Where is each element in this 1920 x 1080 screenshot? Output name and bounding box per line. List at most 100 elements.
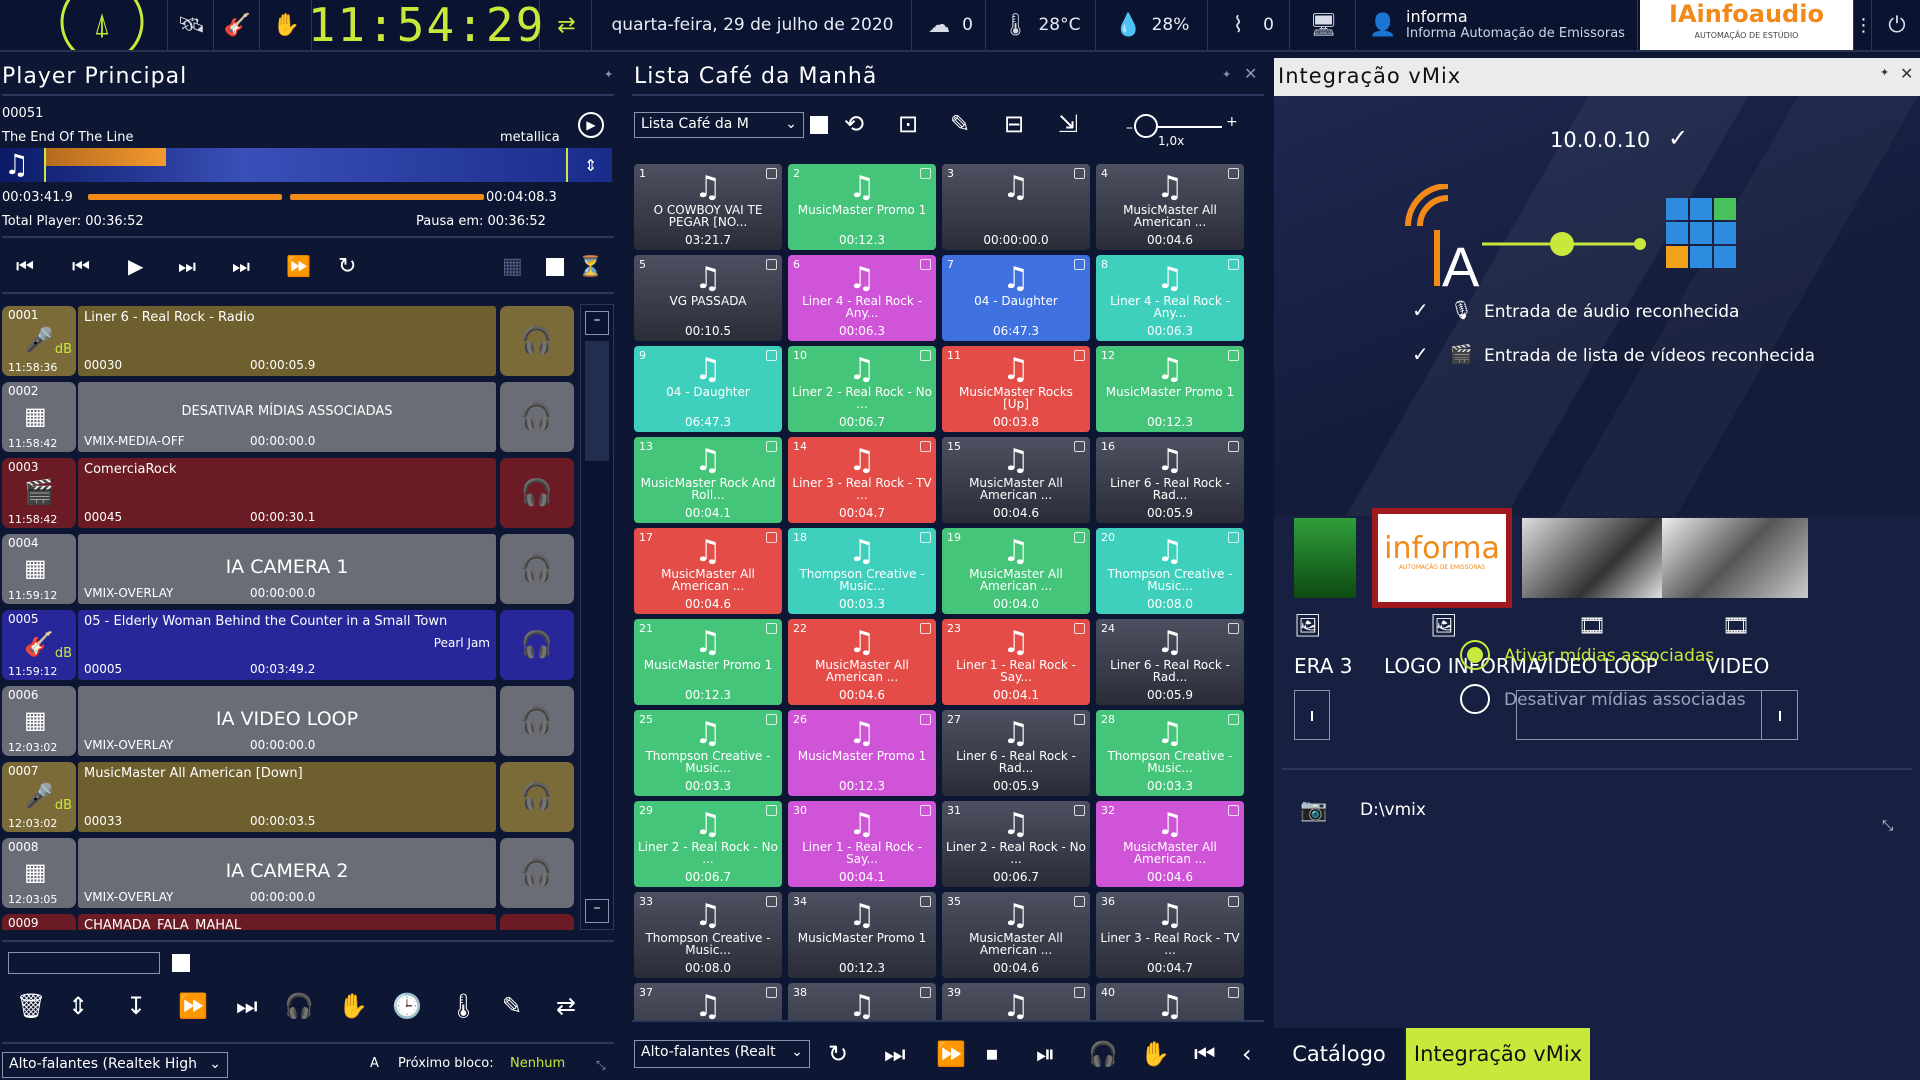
cart-tile[interactable]: 10 ♫ Liner 2 - Real Rock - No ... 00:06.7	[788, 346, 936, 432]
media-thumbnail[interactable]	[1522, 518, 1668, 598]
zoom-slider-thumb[interactable]	[1134, 114, 1158, 138]
row-number-cell[interactable]: 0005 🎸 dB 11:59:12	[2, 610, 76, 680]
cart-tile[interactable]: 36 ♫ Liner 3 - Real Rock - TV ... 00:04.7	[1096, 892, 1244, 978]
sync-icon[interactable]: ⟲	[844, 110, 864, 138]
hand-icon[interactable]: ✋	[262, 0, 312, 50]
clock-icon[interactable]: 🕒	[392, 992, 422, 1020]
play-pause-icon[interactable]: ⏯	[1036, 1040, 1055, 1068]
playlist-scrollbar[interactable]: – –	[580, 304, 614, 930]
edit-item-icon[interactable]: ✎	[950, 110, 970, 138]
row-main-cell[interactable]: IA CAMERA 1 VMIX-OVERLAY 00:00:00.0	[78, 534, 496, 604]
cart-tile[interactable]: 28 ♫ Thompson Creative - Music... 00:03.3	[1096, 710, 1244, 796]
row-number-cell[interactable]: 0008 ▦ 12:03:05	[2, 838, 76, 908]
playlist-row[interactable]: 0009 CHAMADA_FALA_MAHAL 🎧	[0, 912, 578, 930]
cart-tile[interactable]: 30 ♫ Liner 1 - Real Rock - Say... 00:04.1	[788, 801, 936, 887]
cart-tile[interactable]: 33 ♫ Thompson Creative - Music... 00:08.0	[634, 892, 782, 978]
cart-tile[interactable]: 21 ♫ MusicMaster Promo 1 00:12.3	[634, 619, 782, 705]
output-device-select[interactable]: Alto-falantes (Realtek High ⌄	[2, 1052, 228, 1078]
fast-forward-icon[interactable]: ⏩	[286, 254, 311, 278]
skip-start-icon[interactable]: ⏮	[16, 254, 34, 278]
cart-tile[interactable]: 8 ♫ Liner 4 - Real Rock - Any... 00:06.3	[1096, 255, 1244, 341]
row-main-cell[interactable]: MusicMaster All American [Down] 00033 00:0…	[78, 762, 496, 832]
scroll-left-icon[interactable]: ‹	[1242, 1040, 1252, 1068]
row-main-cell[interactable]: CHAMADA_FALA_MAHAL	[78, 914, 496, 930]
cart-tile[interactable]: 34 ♫ MusicMaster Promo 1 00:12.3	[788, 892, 936, 978]
cart-tile[interactable]: 15 ♫ MusicMaster All American ... 00:04.6	[942, 437, 1090, 523]
auto-play-icon[interactable]: ▶	[578, 112, 604, 138]
row-number-cell[interactable]: 0009	[2, 914, 76, 930]
insert-icon[interactable]: ↧	[126, 992, 146, 1020]
close-icon[interactable]: ✕	[1244, 64, 1257, 83]
row-number-cell[interactable]: 0004 ▦ 11:59:12	[2, 534, 76, 604]
row-preview-button[interactable]: 🎧	[500, 762, 574, 832]
zoom-in-icon[interactable]: +	[1226, 114, 1238, 130]
hand-icon[interactable]: ✋	[338, 992, 368, 1020]
playlist-row[interactable]: 0001 🎤 dB 11:58:36 Liner 6 - Real Rock - Rad…	[0, 304, 578, 376]
row-preview-button[interactable]: 🎧	[500, 686, 574, 756]
filter-checkbox[interactable]	[172, 954, 190, 972]
media-thumbnail[interactable]	[1294, 518, 1356, 598]
playlist-row[interactable]: 0008 ▦ 12:03:05 IA CAMERA 2 VMIX-OVERLAY 00:0…	[0, 836, 578, 908]
cart-tile[interactable]: 3 ♫ 00:00:00.0	[942, 164, 1090, 250]
cart-tile[interactable]: 25 ♫ Thompson Creative - Music... 00:03.3	[634, 710, 782, 796]
cart-tile[interactable]: 7 ♫ 04 - Daughter 06:47.3	[942, 255, 1090, 341]
previous-icon[interactable]: ⏮	[1194, 1040, 1216, 1068]
user-info[interactable]: 👤 informa Informa Automação de Emissoras	[1358, 0, 1638, 50]
row-number-cell[interactable]: 0003 🎬 11:58:42	[2, 458, 76, 528]
pin-icon[interactable]: ✦	[1222, 68, 1231, 81]
media-thumbnail[interactable]	[1662, 518, 1808, 598]
add-item-icon[interactable]: ⊡	[898, 110, 918, 138]
next-track-icon[interactable]: ⏭	[236, 992, 258, 1020]
list-select[interactable]: Lista Café da M ⌄	[634, 112, 804, 138]
end-marker[interactable]	[566, 148, 568, 182]
cart-tile[interactable]: 31 ♫ Liner 2 - Real Rock - No ... 00:06.7	[942, 801, 1090, 887]
row-preview-button[interactable]: 🎧	[500, 306, 574, 376]
playlist-row[interactable]: 0003 🎬 11:58:42 ComerciaRock 00045 00:00:30.1…	[0, 456, 578, 528]
media-thumbnail-selected[interactable]: informa AUTOMAÇÃO DE EMISSORAS	[1372, 508, 1512, 608]
shuffle-icon[interactable]: ⇄	[556, 992, 576, 1020]
tab-vmix[interactable]: Integração vMix	[1406, 1028, 1590, 1080]
trash-icon[interactable]: 🗑	[16, 992, 46, 1020]
row-main-cell[interactable]: Liner 6 - Real Rock - Radio 00030 00:00:05…	[78, 306, 496, 376]
playlist-row[interactable]: 0007 🎤 dB 12:03:02 MusicMaster All American …	[0, 760, 578, 832]
move-icon[interactable]: ⇕	[68, 992, 88, 1020]
camera-icon[interactable]: 📷	[1300, 798, 1327, 823]
row-preview-button[interactable]: 🎧	[500, 610, 574, 680]
row-preview-button[interactable]: 🎧	[500, 838, 574, 908]
zoom-out-icon[interactable]: –	[1126, 120, 1133, 136]
cart-tile[interactable]: 32 ♫ MusicMaster All American ... 00:04.6	[1096, 801, 1244, 887]
more-icon[interactable]: ⋮	[1855, 0, 1873, 50]
next-icon[interactable]: ⏭	[884, 1040, 906, 1068]
skip-icon[interactable]: ⏭	[232, 254, 250, 278]
cart-tile[interactable]: 9 ♫ 04 - Daughter 06:47.3	[634, 346, 782, 432]
row-number-cell[interactable]: 0001 🎤 dB 11:58:36	[2, 306, 76, 376]
repeat-icon[interactable]: ↻	[338, 254, 356, 279]
row-main-cell[interactable]: IA CAMERA 2 VMIX-OVERLAY 00:00:00.0	[78, 838, 496, 908]
cart-tile[interactable]: 19 ♫ MusicMaster All American ... 00:04.0	[942, 528, 1090, 614]
waveform[interactable]: ♫ ⇕	[0, 148, 612, 182]
cart-tile[interactable]: 2 ♫ MusicMaster Promo 1 00:12.3	[788, 164, 936, 250]
list-output-select[interactable]: Alto-falantes (Realt ⌄	[634, 1040, 810, 1068]
row-preview-button[interactable]: 🎧	[500, 914, 574, 930]
cart-tile[interactable]: 11 ♫ MusicMaster Rocks [Up] 00:03.8	[942, 346, 1090, 432]
cart-tile[interactable]: 16 ♫ Liner 6 - Real Rock - Rad... 00:05.9	[1096, 437, 1244, 523]
cart-tile[interactable]: 5 ♫ VG PASSADA 00:10.5	[634, 255, 782, 341]
radio-deactivate[interactable]	[1460, 684, 1490, 714]
hand-icon[interactable]: ✋	[1140, 1040, 1170, 1068]
satellite-icon[interactable]: 🛰	[170, 0, 214, 50]
monitor-icon[interactable]: 🖥	[1292, 0, 1356, 50]
cart-tile[interactable]: 6 ♫ Liner 4 - Real Rock - Any... 00:06.3	[788, 255, 936, 341]
power-icon[interactable]: ⏻	[1874, 0, 1920, 50]
playlist-row[interactable]: 0005 🎸 dB 11:59:12 05 - Elderly Woman Behind…	[0, 608, 578, 680]
resize-icon[interactable]: ⤡	[596, 1058, 606, 1073]
cart-tile[interactable]: 4 ♫ MusicMaster All American ... 00:04.6	[1096, 164, 1244, 250]
close-icon[interactable]: ✕	[1900, 64, 1913, 83]
play-icon[interactable]: ▶	[128, 254, 143, 278]
filter-input[interactable]	[8, 952, 160, 974]
fast-forward-icon[interactable]: ⏩	[936, 1040, 966, 1068]
scroll-thumb[interactable]	[585, 341, 609, 461]
fit-icon[interactable]: ⇕	[584, 156, 597, 175]
cart-tile[interactable]: 14 ♫ Liner 3 - Real Rock - TV ... 00:04.7	[788, 437, 936, 523]
broadcast-tower-icon[interactable]: ⍋	[0, 0, 168, 50]
grid-icon[interactable]: ▦	[502, 254, 523, 279]
